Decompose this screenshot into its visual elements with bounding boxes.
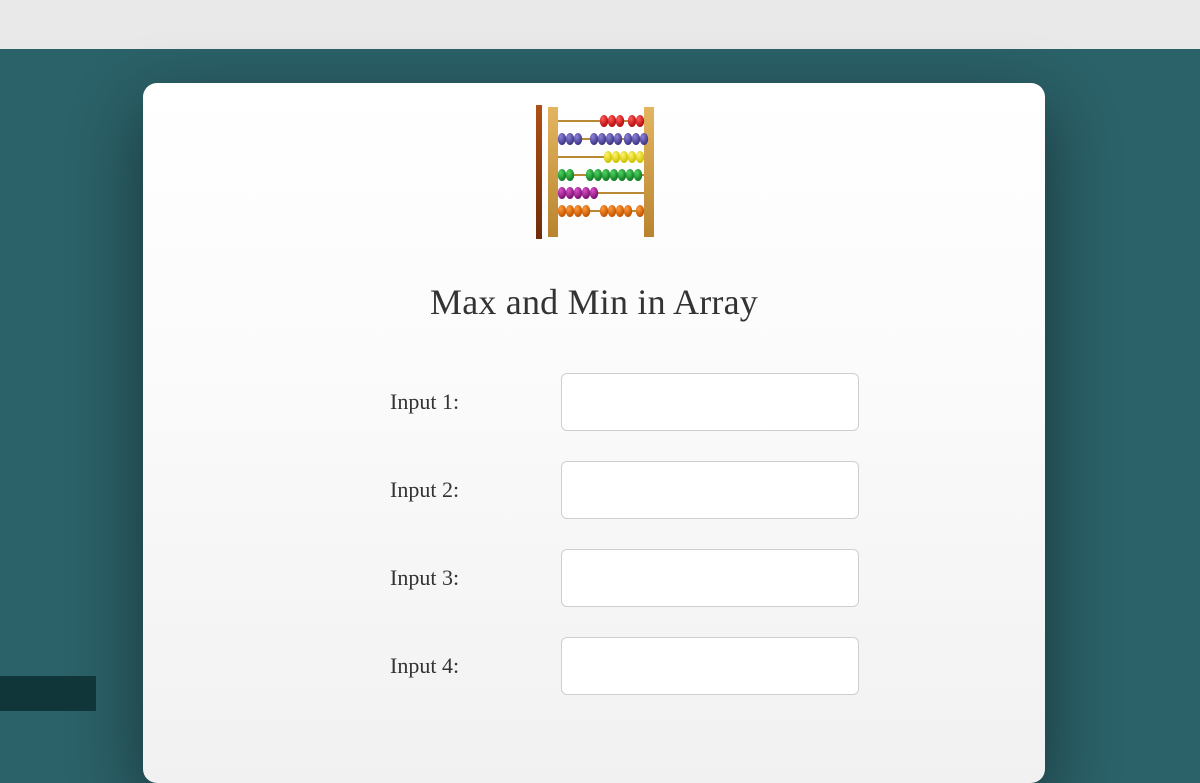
top-bar [0, 0, 1200, 49]
input-field-2[interactable] [561, 461, 859, 519]
input-field-4[interactable] [561, 637, 859, 695]
input-label-4: Input 4: [143, 653, 473, 679]
input-row-1: Input 1: [143, 373, 1045, 431]
bottom-overlay-tab [0, 676, 96, 711]
abacus-icon [143, 103, 1045, 243]
page-title: Max and Min in Array [143, 281, 1045, 323]
input-field-3[interactable] [561, 549, 859, 607]
input-row-2: Input 2: [143, 461, 1045, 519]
input-row-3: Input 3: [143, 549, 1045, 607]
main-card: Max and Min in Array Input 1: Input 2: I… [143, 83, 1045, 783]
page-background: Max and Min in Array Input 1: Input 2: I… [0, 49, 1200, 711]
input-label-3: Input 3: [143, 565, 473, 591]
input-row-4: Input 4: [143, 637, 1045, 695]
input-label-2: Input 2: [143, 477, 473, 503]
input-label-1: Input 1: [143, 389, 473, 415]
input-field-1[interactable] [561, 373, 859, 431]
